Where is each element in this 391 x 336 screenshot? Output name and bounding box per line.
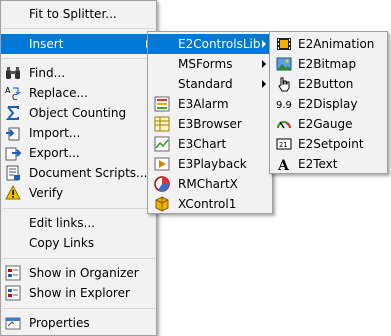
menu-item-e3chart[interactable]: E3Chart [148,134,272,154]
alarm-icon [154,96,170,112]
setpoint-icon: 21 [276,136,292,152]
svg-text:21: 21 [279,141,287,149]
menu-item-xcontrol1[interactable]: XControl1 [148,194,272,214]
menu-item-label: Export... [29,146,80,160]
menu-item-edit-links[interactable]: Edit links... [1,213,156,233]
menu-item-e3playback[interactable]: E3Playback [148,154,272,174]
submenu-arrow-icon [262,40,266,48]
menu-item-verify[interactable]: Verify [1,183,156,203]
submenu-arrow-icon [262,60,266,68]
menu-item-label: E2Animation [298,37,375,51]
menu-item-e2animation[interactable]: E2Animation [270,34,387,54]
menu-item-e2bitmap[interactable]: E2Bitmap [270,54,387,74]
menu-item-label: E2ControlsLib [178,37,261,51]
menu-item-label: E3Chart [178,137,227,151]
document-script-icon [5,165,21,181]
menu-separator [2,258,155,259]
menu-item-e2controlslib[interactable]: E2ControlsLib [148,34,272,54]
menu-item-e2gauge[interactable]: E2Gauge [270,114,387,134]
svg-text:A: A [5,86,11,95]
menu-item-label: Standard [178,77,233,91]
e2controlslib-submenu: E2Animation E2Bitmap E2Button 9.9 E2Disp… [269,31,388,174]
menu-item-msforms[interactable]: MSForms [148,54,272,74]
bitmap-icon [276,56,292,72]
menu-item-label: Object Counting [29,106,127,120]
menu-item-standard[interactable]: Standard [148,74,272,94]
menu-item-label: RMChartX [178,177,238,191]
browser-icon [154,116,170,132]
menu-separator [2,308,155,309]
menu-item-label: Fit to Splitter... [29,7,117,21]
gauge-icon [276,116,292,132]
menu-item-label: MSForms [178,57,233,71]
svg-text:A: A [277,158,290,172]
playback-icon [154,156,170,172]
menu-item-label: E2Display [298,97,358,111]
import-icon [5,125,21,141]
menu-item-object-counting[interactable]: Object Counting [1,103,156,123]
menu-item-label: XControl1 [178,197,237,211]
menu-item-label: E2Bitmap [298,57,357,71]
film-icon [276,36,292,52]
menu-item-label: E2Gauge [298,117,353,131]
insert-submenu: E2ControlsLib MSForms Standard E3Alarm E… [147,31,273,214]
menu-item-label: Replace... [29,86,88,100]
menu-item-properties[interactable]: Properties [1,313,156,333]
menu-item-show-in-explorer[interactable]: Show in Explorer [1,283,156,303]
menu-item-label: E2Button [298,77,354,91]
menu-item-copy-links[interactable]: Copy Links [1,233,156,253]
rmchart-icon [154,176,170,192]
menu-item-label: Import... [29,126,81,140]
menu-item-label: Document Scripts... [29,166,148,180]
menu-separator [2,28,155,29]
menu-item-label: Find... [29,66,66,80]
menu-item-label: E3Playback [178,157,247,171]
menu-item-e2text[interactable]: A E2Text [270,154,387,174]
warning-icon [5,185,21,201]
organizer-icon [5,265,21,281]
properties-icon [5,315,21,331]
menu-item-e3browser[interactable]: E3Browser [148,114,272,134]
svg-text:9.9: 9.9 [276,100,292,111]
menu-item-e2button[interactable]: E2Button [270,74,387,94]
menu-item-e3alarm[interactable]: E3Alarm [148,94,272,114]
menu-item-label: Insert [29,37,64,51]
sigma-icon [5,105,21,121]
menu-item-replace[interactable]: AC Replace... [1,83,156,103]
context-menu: Fit to Splitter... Insert Find... AC Rep… [0,0,157,336]
menu-item-insert[interactable]: Insert [1,34,156,54]
export-icon [5,145,21,161]
display-digits-icon: 9.9 [276,96,292,112]
menu-item-rmchartx[interactable]: RMChartX [148,174,272,194]
menu-item-label: Edit links... [29,216,95,230]
chart-icon [154,136,170,152]
xcontrol-icon [154,196,170,212]
menu-item-export[interactable]: Export... [1,143,156,163]
menu-item-label: Verify [29,186,64,200]
replace-icon: AC [5,85,21,101]
menu-item-e2setpoint[interactable]: 21 E2Setpoint [270,134,387,154]
explorer-icon [5,285,21,301]
menu-item-label: Show in Organizer [29,266,139,280]
menu-item-label: E3Alarm [178,97,229,111]
menu-separator [2,208,155,209]
menu-item-label: Properties [29,316,90,330]
menu-item-e2display[interactable]: 9.9 E2Display [270,94,387,114]
menu-item-label: E3Browser [178,117,242,131]
menu-item-label: Copy Links [29,236,95,250]
menu-item-document-scripts[interactable]: Document Scripts... [1,163,156,183]
menu-separator [2,58,155,59]
svg-text:C: C [12,93,18,101]
menu-item-fit-to-splitter[interactable]: Fit to Splitter... [1,4,156,24]
menu-item-label: Show in Explorer [29,286,130,300]
menu-item-find[interactable]: Find... [1,63,156,83]
menu-item-label: E2Setpoint [298,137,364,151]
menu-item-show-in-organizer[interactable]: Show in Organizer [1,263,156,283]
text-a-icon: A [276,156,292,172]
hand-pointer-icon [276,76,292,92]
menu-item-label: E2Text [298,157,338,171]
menu-item-import[interactable]: Import... [1,123,156,143]
binoculars-icon [5,65,21,81]
submenu-arrow-icon [262,80,266,88]
